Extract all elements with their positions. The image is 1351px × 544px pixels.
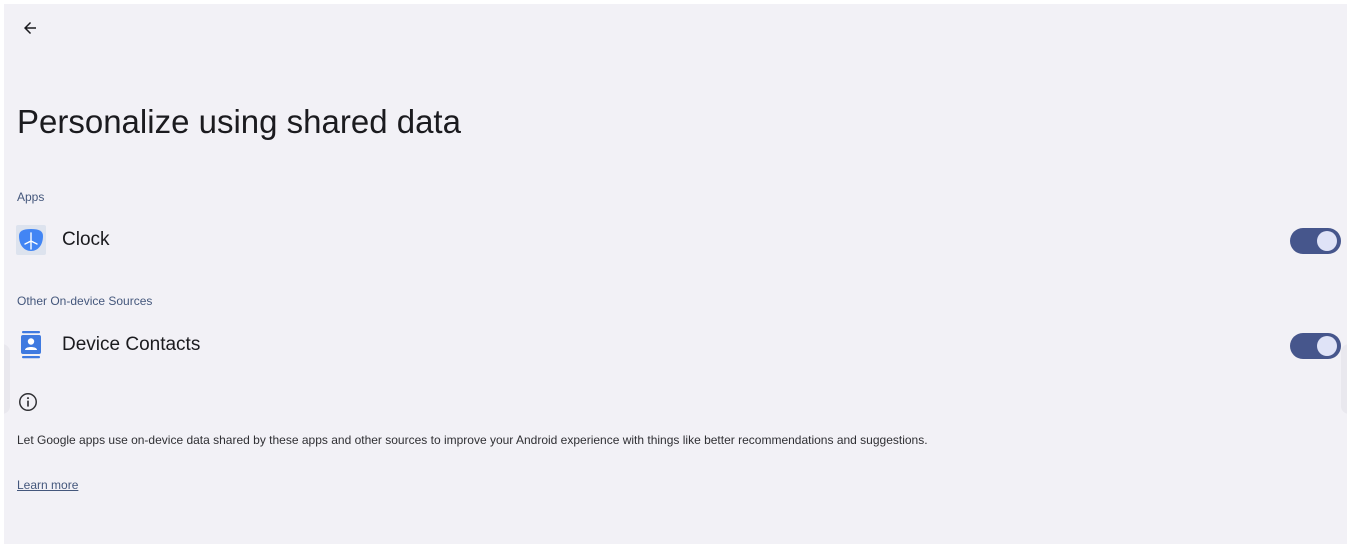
info-icon: [19, 393, 37, 411]
setting-row-device-contacts[interactable]: Device Contacts: [4, 323, 1347, 367]
device-contacts-toggle[interactable]: [1290, 333, 1341, 359]
clock-app-icon: [16, 225, 46, 255]
page-title: Personalize using shared data: [17, 103, 461, 140]
settings-page: Personalize using shared data Apps Clock…: [4, 4, 1347, 544]
section-label-other-sources: Other On-device Sources: [17, 294, 153, 308]
contacts-icon: [16, 330, 46, 360]
toggle-thumb: [1317, 336, 1337, 356]
setting-row-clock[interactable]: Clock: [4, 218, 1347, 262]
clock-toggle[interactable]: [1290, 228, 1341, 254]
setting-label-device-contacts: Device Contacts: [62, 334, 201, 355]
back-button[interactable]: [16, 14, 44, 42]
toggle-thumb: [1317, 231, 1337, 251]
learn-more-link[interactable]: Learn more: [17, 478, 78, 492]
setting-label-clock: Clock: [62, 229, 110, 250]
info-description: Let Google apps use on-device data share…: [17, 433, 928, 447]
section-label-apps: Apps: [17, 190, 45, 204]
arrow-back-icon: [24, 22, 36, 34]
left-edge-handle[interactable]: [4, 344, 10, 414]
right-edge-handle[interactable]: [1341, 344, 1347, 414]
